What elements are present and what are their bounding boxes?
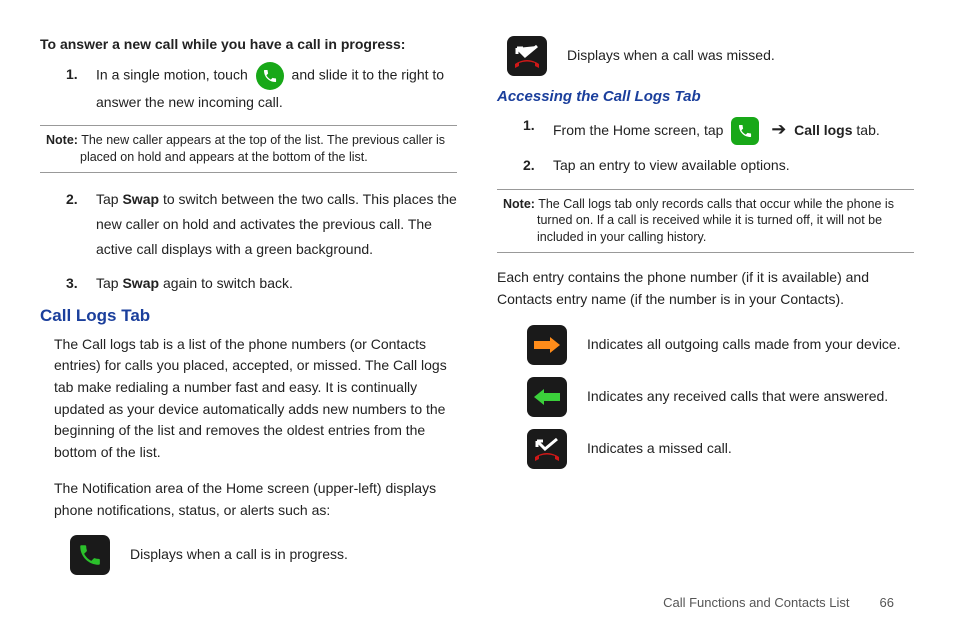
ordered-list: 1. In a single motion, touch and slide i… [40,62,457,115]
step-3: 3. Tap Swap again to switch back. [66,271,457,296]
text: Tap [96,275,119,291]
icon-description: Indicates all outgoing calls made from y… [587,335,901,355]
step-number: 3. [66,271,96,296]
call-missed-icon [507,36,547,76]
paragraph: The Call logs tab is a list of the phone… [54,334,457,464]
call-logs-label: Call logs [794,122,852,138]
heading-accessing: Accessing the Call Logs Tab [497,88,914,105]
text: again to switch back. [163,275,293,291]
swap-label: Swap [122,275,159,291]
outgoing-call-icon [527,325,567,365]
phone-app-icon [731,117,759,145]
icon-row-missed2: Indicates a missed call. [527,429,914,469]
text: Tap [96,191,119,207]
icon-row-inprogress: Displays when a call is in progress. [70,535,457,575]
swap-label: Swap [122,191,159,207]
footer-section: Call Functions and Contacts List [663,595,849,610]
note-text: The new caller appears at the top of the… [80,133,445,164]
call-in-progress-icon [70,535,110,575]
icon-row-incoming: Indicates any received calls that were a… [527,377,914,417]
ordered-list: 2. Tap Swap to switch between the two ca… [40,187,457,296]
icon-row-outgoing: Indicates all outgoing calls made from y… [527,325,914,365]
icon-description: Indicates a missed call. [587,439,732,459]
incoming-call-icon [527,377,567,417]
footer-page: 66 [880,595,894,610]
paragraph: The Notification area of the Home screen… [54,478,457,521]
note-box: Note: The Call logs tab only records cal… [497,189,914,254]
note-label: Note: [46,133,78,147]
left-column: To answer a new call while you have a ca… [40,36,457,587]
note-text: The Call logs tab only records calls tha… [537,197,894,245]
arrow-icon: ➔ [771,119,786,139]
step-body: From the Home screen, tap ➔ Call logs ta… [553,113,914,145]
step-body: Tap Swap again to switch back. [96,271,457,296]
step-2: 2. Tap Swap to switch between the two ca… [66,187,457,263]
paragraph: Each entry contains the phone number (if… [497,267,914,310]
step-body: Tap Swap to switch between the two calls… [96,187,457,263]
page-footer: Call Functions and Contacts List 66 [663,595,894,610]
heading-call-logs: Call Logs Tab [40,306,457,326]
note-box: Note: The new caller appears at the top … [40,125,457,173]
right-column: Displays when a call was missed. Accessi… [497,36,914,587]
icon-row-missed: Displays when a call was missed. [507,36,914,76]
text: From the Home screen, tap [553,122,723,138]
step-number: 2. [523,153,553,178]
phone-answer-icon [256,62,284,90]
icon-description: Displays when a call is in progress. [130,545,348,565]
step-number: 1. [66,62,96,115]
step-number: 1. [523,113,553,145]
step-1: 1. From the Home screen, tap ➔ Call logs… [523,113,914,145]
step-1: 1. In a single motion, touch and slide i… [66,62,457,115]
text: In a single motion, touch [96,67,248,83]
note-label: Note: [503,197,535,211]
text: tab. [856,122,879,138]
step-body: Tap an entry to view available options. [553,153,914,178]
icon-description: Displays when a call was missed. [567,46,775,66]
step-body: In a single motion, touch and slide it t… [96,62,457,115]
step-number: 2. [66,187,96,263]
missed-call-icon [527,429,567,469]
section-heading: To answer a new call while you have a ca… [40,36,457,52]
step-2: 2. Tap an entry to view available option… [523,153,914,178]
ordered-list: 1. From the Home screen, tap ➔ Call logs… [497,113,914,179]
icon-description: Indicates any received calls that were a… [587,387,888,407]
